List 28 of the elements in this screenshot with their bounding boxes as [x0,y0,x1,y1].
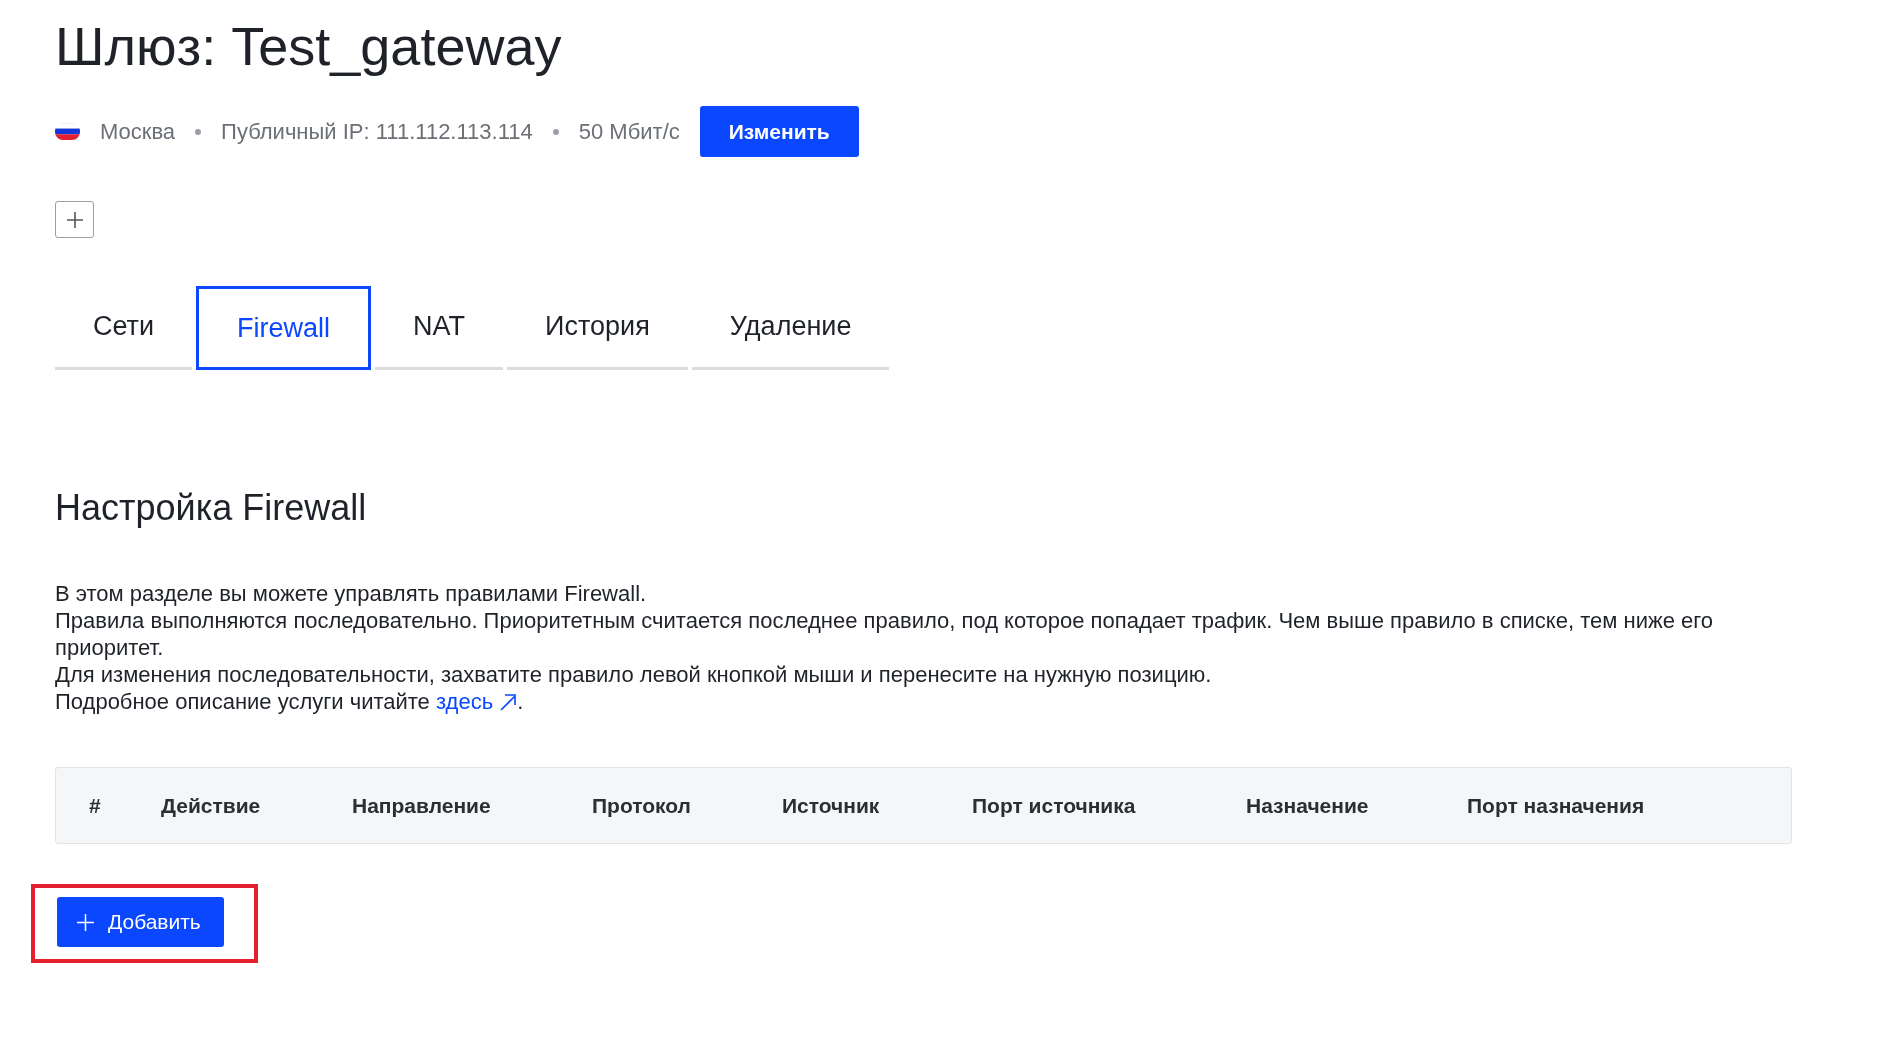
description-text: Для изменения последовательности, захватите правило левой кнопкой мыши и перенесите на нужную позицию. [55,661,1213,688]
plus-icon [65,210,84,229]
add-button[interactable]: Добавить [57,897,224,947]
column-header: # [89,793,102,818]
column-header: Назначение [1246,793,1370,818]
section-heading: Настройка Firewall [55,486,368,530]
column-header: Порт назначения [1467,793,1646,818]
column-header: Протокол [592,793,692,818]
tab[interactable]: Firewall [196,286,372,370]
column-header: Направление [352,793,492,818]
separator-dot [552,128,559,135]
description-text: Подробное описание услуги читайте здесь . [55,688,525,715]
speed-text: 50 Мбит/с [578,118,680,145]
plus-icon [77,913,94,931]
ip-text: Публичный IP: 111.112.113.114 [221,118,533,145]
column-header: Порт источника [972,793,1137,818]
location-text: Москва [100,118,176,145]
plus-button[interactable] [55,201,94,238]
page-title: Шлюз: Test_gateway [55,15,563,78]
flag-icon [55,123,80,140]
description-text: Правила выполняются последовательно. Приоритетным считается последнее правило, под которое попадает трафик. Чем выше правило в списке, тем ниже его приоритет. [55,607,1714,661]
column-header: Действие [161,793,262,818]
external-link-icon [499,693,518,711]
separator-dot [195,128,202,135]
details-link[interactable]: здесь [435,689,518,714]
column-header: Источник [782,793,881,818]
description-text: В этом разделе вы можете управлять правилами Firewall. [55,580,648,607]
edit-button[interactable]: Изменить [699,106,859,157]
